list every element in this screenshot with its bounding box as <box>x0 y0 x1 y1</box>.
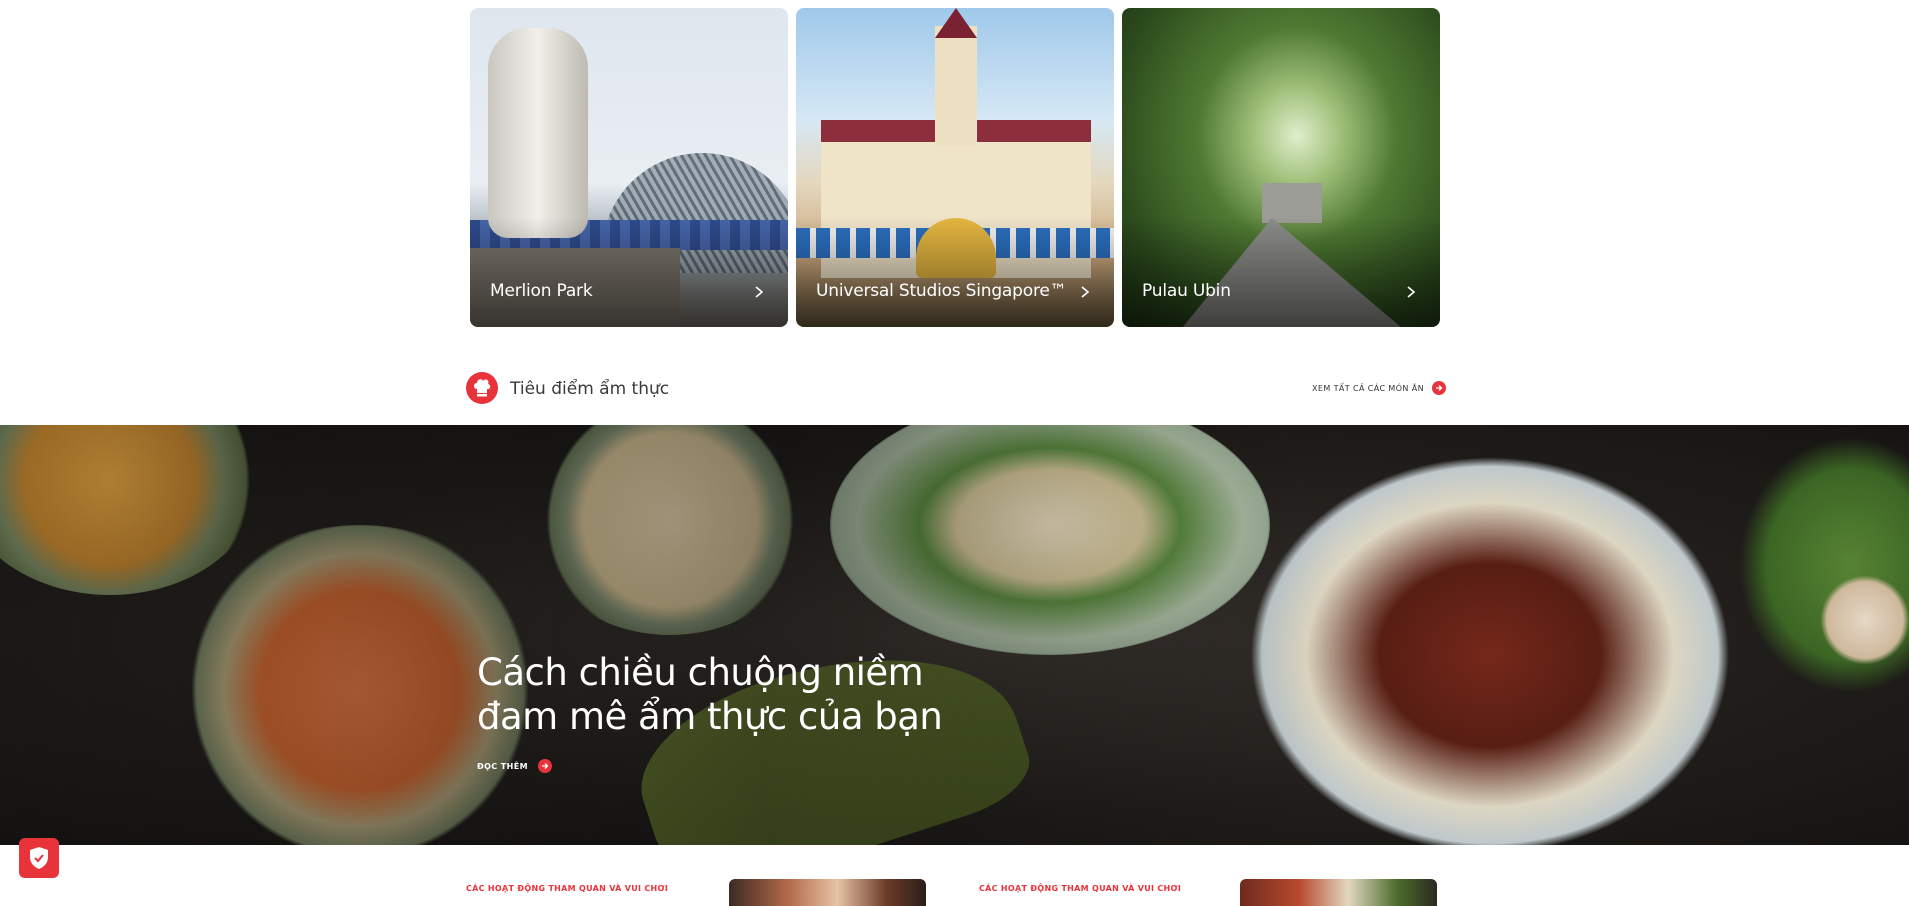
bottom-card-thumbnail[interactable] <box>1240 879 1437 906</box>
chevron-right-icon <box>1407 286 1416 298</box>
food-section-header: Tiêu điểm ẩm thực XEM TẤT CẢ CÁC MÓN ĂN <box>466 372 1446 406</box>
bottom-card-thumbnail[interactable] <box>729 879 926 906</box>
attraction-card-label: Merlion Park <box>490 281 593 301</box>
attraction-card-merlion-park[interactable]: Merlion Park <box>470 8 788 327</box>
see-all-dishes-label: XEM TẤT CẢ CÁC MÓN ĂN <box>1311 383 1424 393</box>
attraction-card-label: Pulau Ubin <box>1142 281 1231 301</box>
arrow-right-circle-icon <box>1432 381 1446 395</box>
read-more-label: ĐỌC THÊM <box>477 761 528 771</box>
read-more-link[interactable]: ĐỌC THÊM <box>477 759 552 773</box>
attraction-card-pulau-ubin[interactable]: Pulau Ubin <box>1122 8 1440 327</box>
attraction-cards: Merlion Park Universal Studios Singapore… <box>470 8 1440 327</box>
bottom-card-category: CÁC HOẠT ĐỘNG THAM QUAN VÀ VUI CHƠI <box>979 884 1182 893</box>
food-section-title: Tiêu điểm ẩm thực <box>510 379 670 399</box>
arrow-right-circle-icon <box>537 759 552 773</box>
privacy-shield-button[interactable] <box>19 838 59 878</box>
attraction-card-label: Universal Studios Singapore™ <box>816 281 1067 301</box>
bottom-card-category: CÁC HOẠT ĐỘNG THAM QUAN VÀ VUI CHƠI <box>466 884 669 893</box>
chevron-right-icon <box>755 286 764 298</box>
see-all-dishes-link[interactable]: XEM TẤT CẢ CÁC MÓN ĂN <box>1312 381 1446 395</box>
chef-hat-icon <box>466 372 498 404</box>
chevron-right-icon <box>1081 286 1090 298</box>
shield-check-icon <box>30 847 48 869</box>
hero-title: Cách chiều chuộng niềm đam mê ẩm thực củ… <box>477 651 943 738</box>
food-hero-banner: Cách chiều chuộng niềm đam mê ẩm thực củ… <box>0 425 1909 845</box>
attraction-card-universal-studios[interactable]: Universal Studios Singapore™ <box>796 8 1114 327</box>
